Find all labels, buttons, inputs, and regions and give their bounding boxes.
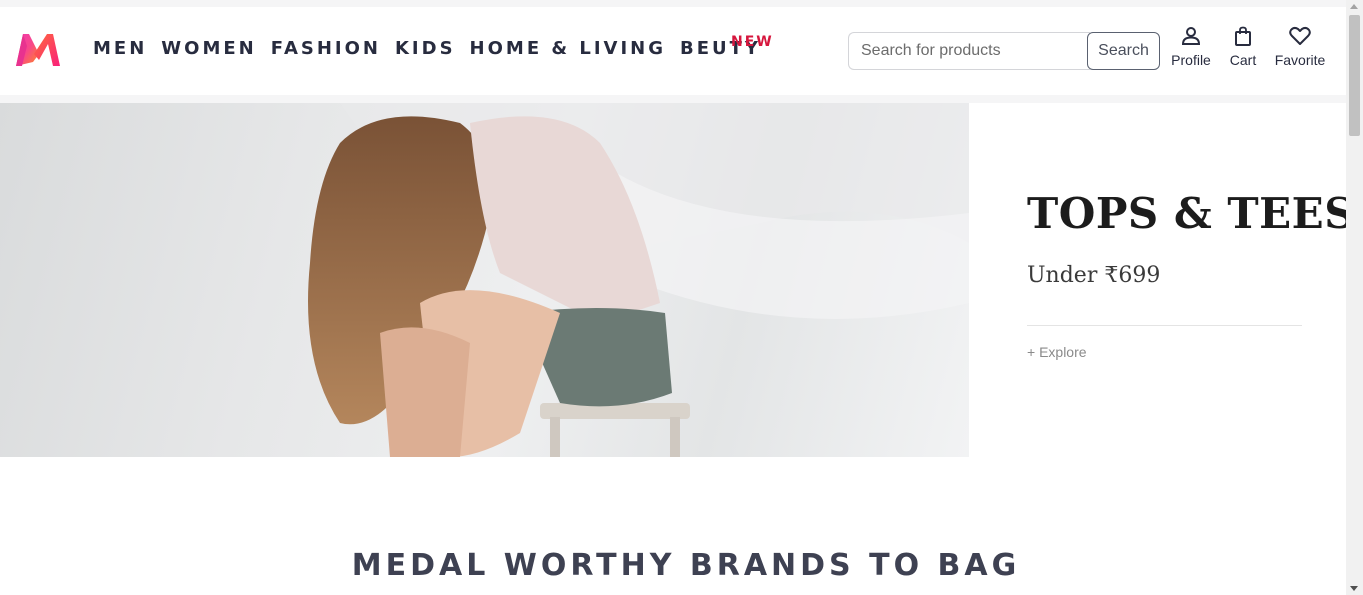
scroll-up-icon[interactable] [1350, 4, 1358, 9]
favorite-button[interactable]: Favorite [1270, 26, 1330, 68]
scrollbar[interactable] [1346, 0, 1363, 595]
shopping-bag-icon [1235, 26, 1251, 46]
cart-button[interactable]: Cart [1223, 26, 1263, 68]
main-nav: MEN WOMEN FASHION KIDS HOME & LIVING BEU… [93, 37, 775, 61]
nav-home-living[interactable]: HOME & LIVING [470, 37, 666, 61]
profile-button[interactable]: Profile [1165, 26, 1217, 68]
hero-image[interactable] [0, 103, 969, 457]
top-strip [0, 0, 1346, 7]
nav-fashion[interactable]: FASHION [271, 37, 381, 61]
cart-label: Cart [1229, 52, 1257, 68]
scroll-down-icon[interactable] [1350, 586, 1358, 591]
person-icon [1181, 27, 1201, 45]
hero-price: Under ₹699 [1027, 263, 1161, 288]
search-button[interactable]: Search [1087, 32, 1160, 70]
section-title: MEDAL WORTHY BRANDS TO BAG [351, 548, 1021, 583]
hero-title: TOPS & TEES [1027, 189, 1356, 238]
navbar: MEN WOMEN FASHION KIDS HOME & LIVING BEU… [0, 7, 1346, 95]
nav-men[interactable]: MEN [93, 37, 147, 61]
hero-banner[interactable]: TOPS & TEES Under ₹699 + Explore [0, 103, 1355, 457]
nav-kids[interactable]: KIDS [395, 37, 456, 61]
new-badge: NEW [731, 34, 774, 50]
search-input[interactable] [848, 32, 1090, 70]
hero-divider [1027, 325, 1302, 326]
header-divider [0, 95, 1346, 103]
myntra-logo[interactable] [14, 32, 62, 68]
nav-women[interactable]: WOMEN [161, 37, 256, 61]
hero-caption: TOPS & TEES Under ₹699 + Explore [969, 103, 1355, 457]
explore-link[interactable]: + Explore [1027, 344, 1087, 360]
favorite-label: Favorite [1274, 52, 1326, 68]
profile-label: Profile [1171, 52, 1211, 68]
scroll-thumb[interactable] [1349, 15, 1360, 136]
heart-icon [1289, 26, 1311, 45]
hero-photo [0, 103, 969, 457]
